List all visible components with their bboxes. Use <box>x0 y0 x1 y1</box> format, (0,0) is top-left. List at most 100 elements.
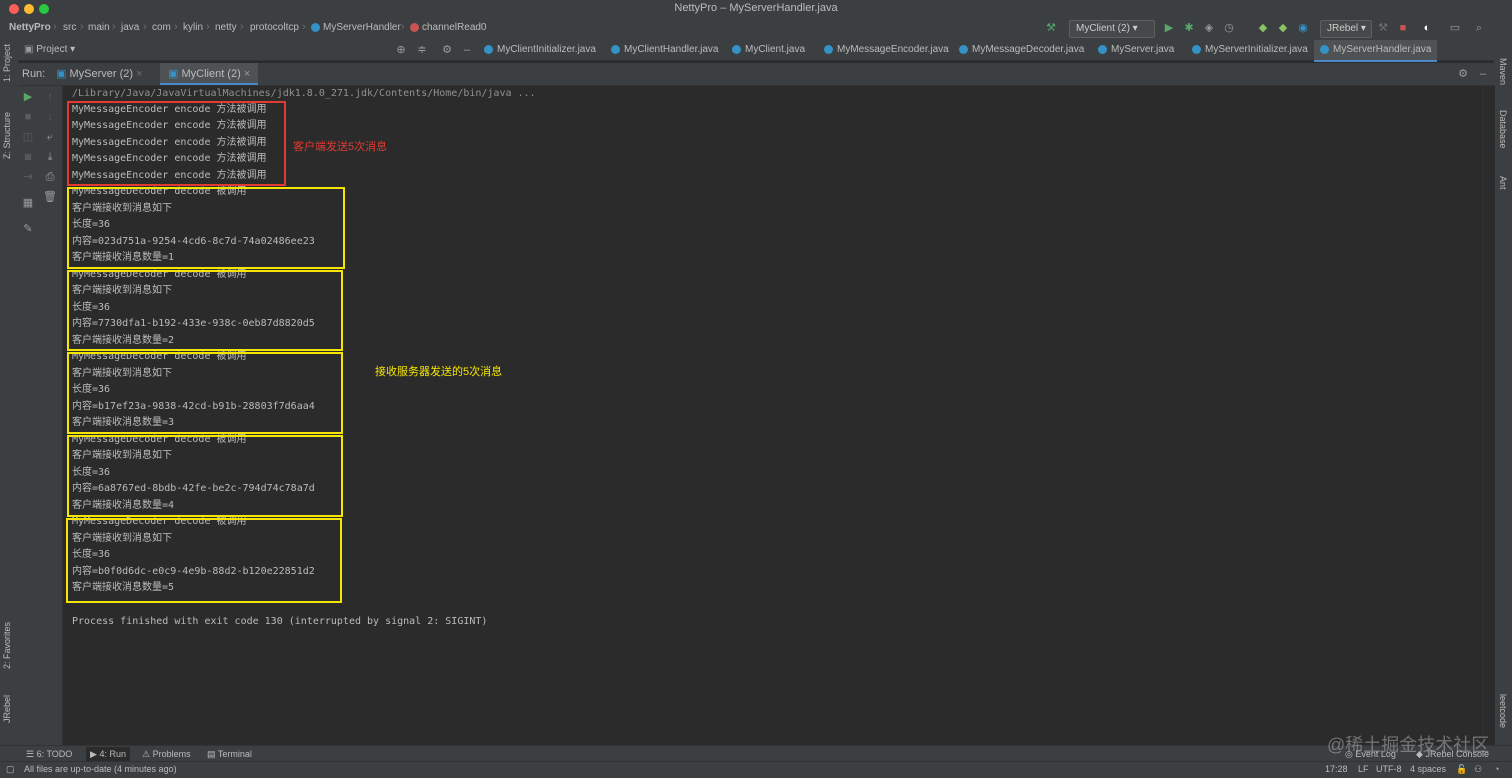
search-icon[interactable]: ⌕ <box>1472 21 1486 35</box>
run-configuration-select[interactable]: MyClient (2) ▾ <box>1069 20 1155 38</box>
chevron-right-icon: › <box>302 21 306 33</box>
java-class-icon <box>1098 44 1107 54</box>
gear-icon[interactable]: ⚙ <box>440 43 454 57</box>
tab-run[interactable]: ▶ 4: Run <box>86 747 130 761</box>
stop-icon[interactable]: ■ <box>21 110 35 124</box>
print-icon[interactable]: ⎙ <box>43 170 57 184</box>
run-toolbar: ▶ ↑ ■ ↓ ◫ ⤶ ◙ ⤓ ⇥ ⎙ 🗑 ▦ ✎ <box>18 86 63 745</box>
hammer-icon[interactable]: ⚒ <box>1376 21 1390 35</box>
rerun-icon[interactable]: ▶ <box>21 90 35 104</box>
run-label: Run: <box>22 68 46 80</box>
notifications-icon[interactable]: ◔ <box>1494 764 1499 774</box>
run-tab-myserver[interactable]: ▣ MyServer (2) × <box>56 63 143 85</box>
java-class-icon <box>1192 44 1201 54</box>
jrebel-help-icon[interactable]: ◉ <box>1296 21 1310 35</box>
breadcrumb-com[interactable]: com <box>152 22 171 33</box>
tab-label: MyServerHandler.java <box>1333 44 1432 55</box>
soft-wrap-icon[interactable]: ⤶ <box>43 130 57 144</box>
run-tab-myclient[interactable]: ▣ MyClient (2) × <box>160 63 259 85</box>
tab-mymessageencoder[interactable]: MyMessageEncoder.java <box>824 42 949 58</box>
tab-myclient[interactable]: MyClient.java <box>732 42 805 58</box>
tab-todo-label: 6: TODO <box>36 749 73 759</box>
maven-tool-tab[interactable]: Maven <box>1498 58 1508 85</box>
breadcrumb-main[interactable]: main <box>88 22 110 33</box>
layout-icon[interactable]: ▭ <box>1448 21 1462 35</box>
run-icon[interactable]: ▶ <box>1162 21 1176 35</box>
breadcrumb-src[interactable]: src <box>63 22 76 33</box>
trash-icon[interactable]: 🗑 <box>43 190 57 204</box>
stop-icon[interactable]: ■ <box>1396 21 1410 35</box>
camera-icon[interactable]: ◙ <box>21 150 35 164</box>
breadcrumb-java[interactable]: java <box>121 22 139 33</box>
scroll-to-end-icon[interactable]: ⤓ <box>43 150 57 164</box>
breadcrumb-class-label: MyServerHandler <box>323 22 401 33</box>
favorites-tool-tab[interactable]: 2: Favorites <box>2 622 12 669</box>
project-tool-tab[interactable]: 1: Project <box>2 44 12 82</box>
profile-icon[interactable]: ◷ <box>1222 21 1236 35</box>
locate-icon[interactable]: ⊕ <box>394 43 408 57</box>
collapse-icon[interactable]: ≑ <box>415 43 429 57</box>
jrebel-tool-tab[interactable]: JRebel <box>2 695 12 723</box>
java-class-icon <box>611 44 620 54</box>
coverage-icon[interactable]: ◈ <box>1202 21 1216 35</box>
scroll-up-icon[interactable]: ↑ <box>43 90 57 104</box>
run-tab-label: MyClient (2) <box>181 68 241 80</box>
tab-myserverhandler[interactable]: MyServerHandler.java <box>1314 40 1438 62</box>
tab-myclientinitializer[interactable]: MyClientInitializer.java <box>484 42 596 58</box>
jrebel-debug-icon[interactable]: ◆ <box>1276 21 1290 35</box>
decoder-highlight-box-5 <box>66 518 342 603</box>
tab-todo[interactable]: ☰ 6: TODO <box>26 747 72 761</box>
debug-icon[interactable]: ✱ <box>1182 21 1196 35</box>
project-panel-toggle[interactable]: ▣ Project ▾ <box>24 42 75 58</box>
line-separator[interactable]: LF <box>1358 764 1369 774</box>
java-class-icon <box>484 44 493 54</box>
hide-icon[interactable]: – <box>460 43 474 57</box>
breadcrumb-class[interactable]: MyServerHandler <box>311 22 401 33</box>
breadcrumb-project[interactable]: NettyPro <box>9 22 51 33</box>
gear-icon[interactable]: ⚙ <box>1456 67 1470 81</box>
console-scrollbar[interactable] <box>1483 86 1495 745</box>
indent-setting[interactable]: 4 spaces <box>1410 764 1446 774</box>
database-tool-tab[interactable]: Database <box>1498 110 1508 149</box>
update-icon[interactable]: ◐ <box>1420 21 1434 35</box>
hide-icon[interactable]: – <box>1476 67 1490 81</box>
jrebel-run-icon[interactable]: ◆ <box>1256 21 1270 35</box>
console-line: Process finished with exit code 130 (int… <box>72 616 488 627</box>
breadcrumb-netty[interactable]: netty <box>215 22 237 33</box>
leetcode-tool-tab[interactable]: leetcode <box>1498 694 1508 728</box>
ant-tool-tab[interactable]: Ant <box>1498 176 1508 190</box>
lock-icon[interactable]: 🔓 <box>1456 764 1467 775</box>
breadcrumb-package[interactable]: protocoltcp <box>250 22 299 33</box>
tab-label: MyClient.java <box>745 44 806 55</box>
close-icon[interactable]: × <box>136 68 142 80</box>
file-encoding[interactable]: UTF-8 <box>1376 764 1402 774</box>
tab-problems[interactable]: ⚠ Problems <box>142 747 191 761</box>
pin-icon[interactable]: ✎ <box>21 222 35 236</box>
tab-myserverinitializer[interactable]: MyServerInitializer.java <box>1192 42 1308 58</box>
layout-grid-icon[interactable]: ▦ <box>21 196 35 210</box>
breadcrumb-method[interactable]: channelRead0 <box>410 22 487 33</box>
breadcrumb-kylin[interactable]: kylin <box>183 22 203 33</box>
chevron-right-icon: › <box>240 21 244 33</box>
tab-myserver[interactable]: MyServer.java <box>1098 42 1174 58</box>
warning-icon: ⚠ <box>142 749 151 759</box>
method-icon <box>410 22 419 32</box>
exit-icon[interactable]: ⇥ <box>21 170 35 184</box>
build-hammer-icon[interactable]: ⚒ <box>1044 21 1058 35</box>
decoder-highlight-box-2 <box>67 270 343 351</box>
status-toggle-icon[interactable]: ▢ <box>6 764 15 775</box>
restore-layout-icon[interactable]: ◫ <box>21 130 35 144</box>
scroll-down-icon[interactable]: ↓ <box>43 110 57 124</box>
chevron-right-icon: › <box>80 21 84 33</box>
received-annotation: 接收服务器发送的5次消息 <box>375 366 503 378</box>
structure-tool-tab[interactable]: Z: Structure <box>2 112 12 159</box>
tab-terminal[interactable]: ▤ Terminal <box>207 747 252 761</box>
jrebel-label: JRebel <box>1327 23 1359 34</box>
git-icon[interactable]: ⚇ <box>1474 764 1482 775</box>
console-output[interactable]: /Library/Java/JavaVirtualMachines/jdk1.8… <box>63 86 1481 745</box>
close-icon[interactable]: × <box>244 68 250 80</box>
caret-position[interactable]: 17:28 <box>1325 764 1348 774</box>
tab-mymessagedecoder[interactable]: MyMessageDecoder.java <box>959 42 1084 58</box>
tab-myclienthandler[interactable]: MyClientHandler.java <box>611 42 719 58</box>
jrebel-select[interactable]: JRebel ▾ <box>1320 20 1372 38</box>
